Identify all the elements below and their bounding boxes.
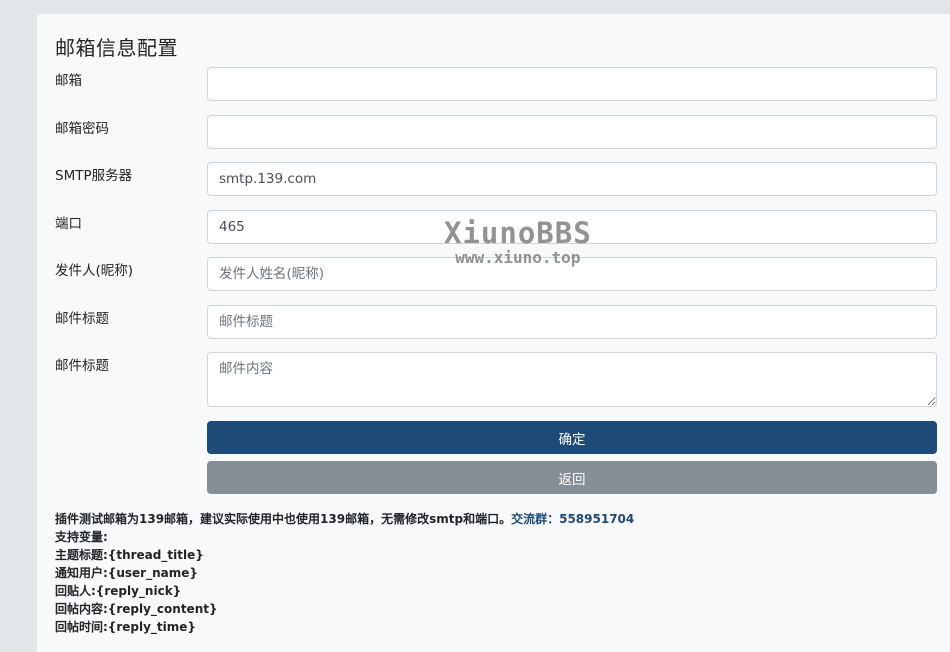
sender-nick-label: 发件人(昵称) bbox=[55, 263, 134, 279]
page-title: 邮箱信息配置 bbox=[55, 36, 178, 60]
group-label: 交流群： bbox=[511, 512, 560, 526]
mail-content-textarea[interactable] bbox=[207, 352, 937, 407]
smtp-server-input[interactable] bbox=[207, 162, 937, 196]
var-item: 通知用户:{user_name} bbox=[55, 566, 198, 580]
group-number: 558951704 bbox=[559, 512, 635, 526]
notes-intro: 插件测试邮箱为139邮箱，建议实际使用中也使用139邮箱，无需修改smtp和端口… bbox=[55, 512, 512, 526]
email-label: 邮箱 bbox=[55, 73, 82, 89]
mail-content-label: 邮件标题 bbox=[55, 358, 109, 374]
vars-heading: 支持变量: bbox=[55, 530, 108, 544]
help-notes: 插件测试邮箱为139邮箱，建议实际使用中也使用139邮箱，无需修改smtp和端口… bbox=[55, 510, 634, 636]
mail-subject-label: 邮件标题 bbox=[55, 311, 109, 327]
port-label: 端口 bbox=[55, 216, 82, 232]
back-button[interactable]: 返回 bbox=[207, 461, 937, 494]
var-item: 回帖时间:{reply_time} bbox=[55, 620, 196, 634]
confirm-button[interactable]: 确定 bbox=[207, 421, 937, 454]
var-item: 回贴人:{reply_nick} bbox=[55, 584, 182, 598]
config-card: 邮箱信息配置 邮箱 邮箱密码 SMTP服务器 端口 发件人(昵称) 邮件标题 邮… bbox=[37, 14, 950, 652]
group-link[interactable]: 交流群：558951704 bbox=[511, 512, 634, 526]
sender-nick-input[interactable] bbox=[207, 257, 937, 291]
var-item: 回帖内容:{reply_content} bbox=[55, 602, 218, 616]
notes-line: 插件测试邮箱为139邮箱，建议实际使用中也使用139邮箱，无需修改smtp和端口… bbox=[55, 510, 634, 528]
email-input[interactable] bbox=[207, 67, 937, 101]
email-password-input[interactable] bbox=[207, 115, 937, 149]
email-password-label: 邮箱密码 bbox=[55, 121, 109, 137]
var-item: 主题标题:{thread_title} bbox=[55, 548, 204, 562]
mail-subject-input[interactable] bbox=[207, 305, 937, 339]
port-input[interactable] bbox=[207, 210, 937, 244]
smtp-server-label: SMTP服务器 bbox=[55, 168, 133, 184]
